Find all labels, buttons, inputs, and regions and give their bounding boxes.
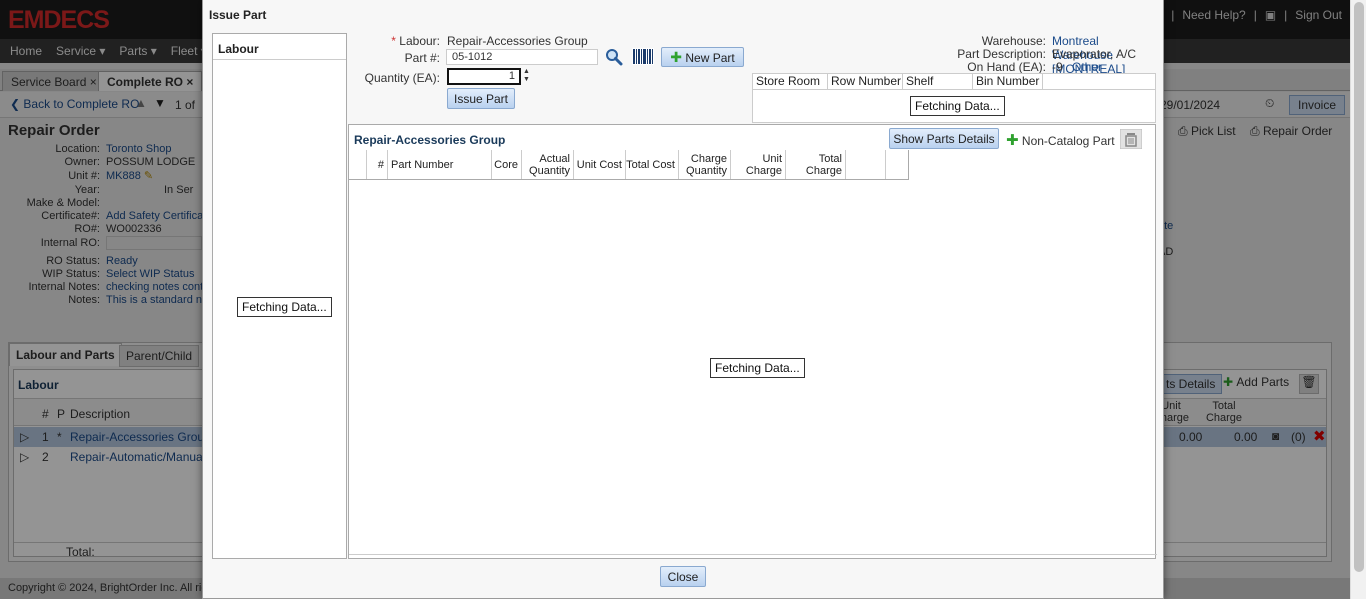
quantity-label: Quantity (EA):	[364, 71, 440, 85]
col-core: Core	[492, 150, 522, 179]
close-button[interactable]: Close	[660, 566, 706, 587]
non-catalog-label: Non-Catalog Part	[1021, 134, 1115, 148]
col-total-cost: Total Cost	[626, 150, 679, 179]
col-bin-number: Bin Number	[973, 74, 1043, 89]
col-actions	[846, 150, 886, 179]
required-mark: *	[391, 34, 396, 48]
scrollbar-thumb[interactable]	[1354, 2, 1364, 572]
col-unit-cost: Unit Cost	[574, 150, 626, 179]
part-number-input[interactable]: 05-1012	[446, 49, 598, 65]
pane-divider	[349, 554, 1157, 555]
labour-label-text: Labour:	[399, 34, 440, 48]
col-shelf: Shelf	[903, 74, 973, 89]
warehouse-label: Warehouse:	[981, 34, 1046, 48]
quantity-stepper[interactable]: ▲ ▼	[523, 68, 531, 85]
issued-parts-pane: Repair-Accessories Group Show Parts Deta…	[348, 124, 1157, 559]
col-part-number: Part Number	[388, 150, 492, 179]
col-total-charge: Total Charge	[786, 150, 846, 179]
labour-pane: Labour Fetching Data...	[212, 33, 347, 559]
stock-location-table: Store Room Row Number Shelf Bin Number F…	[752, 73, 1156, 123]
labour-pane-heading: Labour	[213, 34, 346, 60]
parts-loading-indicator: Fetching Data...	[710, 358, 805, 378]
dialog-title: Issue Part	[209, 8, 267, 22]
col-number: #	[367, 150, 388, 179]
parts-grid-heading: Repair-Accessories Group	[354, 133, 506, 147]
labour-loading-indicator: Fetching Data...	[237, 297, 332, 317]
col-row-number: Row Number	[828, 74, 903, 89]
col-selector	[349, 150, 367, 179]
labour-value: Repair-Accessories Group	[447, 34, 588, 48]
new-part-label: New Part	[685, 51, 735, 65]
stepper-up-icon[interactable]: ▲	[523, 68, 531, 76]
search-icon[interactable]	[604, 48, 624, 66]
issue-part-dialog: Issue Part Labour Fetching Data... * Lab…	[202, 0, 1164, 599]
new-part-button[interactable]: ✚ New Part	[661, 47, 744, 67]
barcode-icon[interactable]	[632, 48, 654, 65]
stock-loading-indicator: Fetching Data...	[910, 96, 1005, 116]
stepper-down-icon[interactable]: ▼	[523, 76, 531, 84]
part-description-value: Evaporator, A/C	[1052, 47, 1137, 61]
plus-icon: ✚	[670, 49, 683, 65]
col-store-room: Store Room	[753, 74, 828, 89]
part-description-label: Part Description:	[957, 47, 1046, 61]
trash-icon[interactable]	[1120, 129, 1142, 149]
col-actual-quantity: Actual Quantity	[522, 150, 574, 179]
non-catalog-part-button[interactable]: ✚ Non-Catalog Part	[1006, 131, 1115, 149]
stock-table-header: Store Room Row Number Shelf Bin Number	[753, 74, 1155, 90]
issue-part-button[interactable]: Issue Part	[447, 88, 515, 109]
parts-grid-header: # Part Number Core Actual Quantity Unit …	[349, 150, 909, 180]
on-hand-label: On Hand (EA):	[967, 60, 1046, 74]
col-unit-charge: Unit Charge	[731, 150, 786, 179]
part-number-label: Part #:	[404, 51, 440, 65]
plus-icon: ✚	[1006, 132, 1019, 149]
on-hand-value: -9	[1052, 60, 1063, 74]
show-parts-details-button[interactable]: Show Parts Details	[889, 128, 999, 149]
labour-label: * Labour:	[348, 34, 440, 48]
quantity-input[interactable]: 1	[447, 68, 521, 85]
page-scrollbar[interactable]	[1350, 0, 1366, 599]
col-charge-quantity: Charge Quantity	[679, 150, 731, 179]
